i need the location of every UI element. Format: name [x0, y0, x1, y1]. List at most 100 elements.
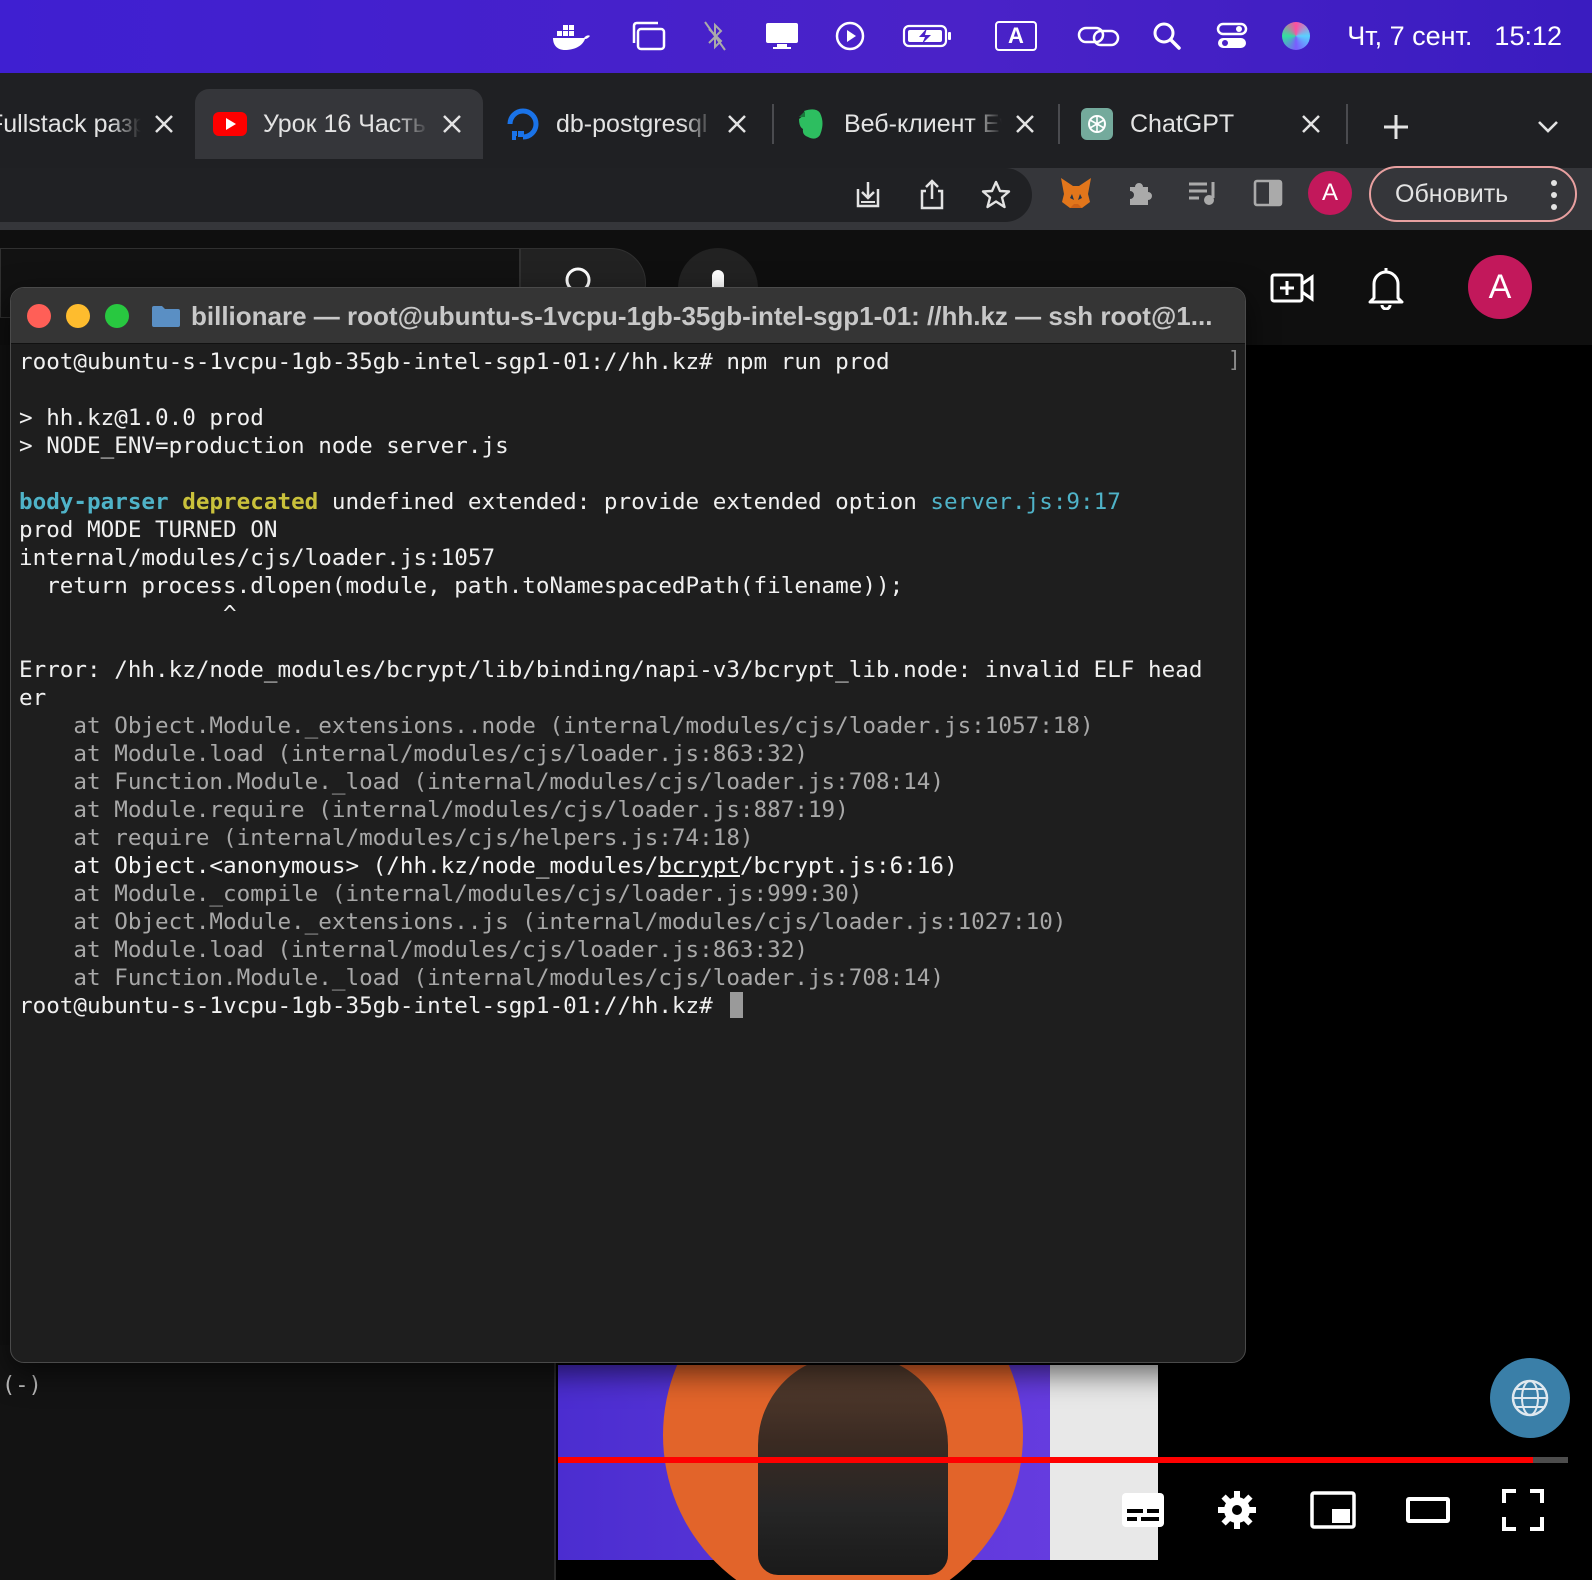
- terminal-text-segment: body-parser: [19, 489, 169, 515]
- theater-mode-icon[interactable]: [1403, 1485, 1453, 1535]
- terminal-text-segment: undefined extended: provide extended opt…: [318, 489, 931, 515]
- siri-icon[interactable]: [1280, 16, 1312, 56]
- tab-title: Fullstack разработчик: [0, 109, 141, 138]
- bookmark-star-icon[interactable]: [976, 175, 1016, 215]
- terminal-text: root@ubuntu-s-1vcpu-1gb-35gb-intel-sgp1-…: [19, 349, 890, 375]
- profile-avatar[interactable]: A: [1308, 171, 1352, 215]
- update-button[interactable]: Обновить: [1369, 166, 1577, 222]
- tab-title: Веб-клиент Evernote: [844, 109, 1002, 138]
- new-tab-plus-icon[interactable]: [1376, 107, 1416, 147]
- display-icon[interactable]: [762, 16, 802, 56]
- terminal-text: > hh.kz@1.0.0 prod: [19, 405, 264, 431]
- terminal-cursor: [730, 992, 744, 1018]
- terminal-output[interactable]: root@ubuntu-s-1vcpu-1gb-35gb-intel-sgp1-…: [19, 348, 1239, 1020]
- terminal-text-segment: server.js:9:17: [930, 489, 1121, 515]
- terminal-titlebar[interactable]: billionare — root@ubuntu-s-1vcpu-1gb-35g…: [11, 288, 1245, 344]
- close-window-button[interactable]: [27, 304, 51, 328]
- evernote-icon: [794, 107, 828, 141]
- close-icon[interactable]: [1298, 111, 1324, 137]
- create-video-icon[interactable]: [1268, 264, 1316, 312]
- settings-gear-icon[interactable]: [1212, 1485, 1262, 1535]
- search-icon[interactable]: [1150, 16, 1184, 56]
- bluetooth-off-icon[interactable]: [700, 16, 730, 56]
- youtube-video-player[interactable]: [558, 1365, 1568, 1580]
- notifications-bell-icon[interactable]: [1362, 262, 1410, 312]
- terminal-line: at Object.Module._extensions..node (inte…: [19, 712, 1239, 740]
- more-menu-icon[interactable]: [1551, 180, 1557, 210]
- tab-title: Урок 16 Часть: [263, 109, 426, 138]
- terminal-text: prod MODE TURNED ON: [19, 517, 278, 543]
- background-editor-pane: [0, 1345, 556, 1580]
- terminal-text: at Object.Module._extensions..node (inte…: [19, 713, 1094, 739]
- link-icon[interactable]: [1076, 16, 1122, 56]
- tab-chatgpt[interactable]: ChatGPT: [1062, 89, 1342, 159]
- media-controls-icon[interactable]: [1184, 173, 1224, 213]
- terminal-line: at Module.load (internal/modules/cjs/loa…: [19, 740, 1239, 768]
- chatgpt-icon: [1080, 107, 1114, 141]
- terminal-line: prod MODE TURNED ON: [19, 516, 1239, 544]
- folder-icon: [152, 306, 180, 327]
- terminal-line: return process.dlopen(module, path.toNam…: [19, 572, 1239, 600]
- close-icon[interactable]: [151, 111, 177, 137]
- tab-db-postgresql[interactable]: db-postgresql: [488, 89, 768, 159]
- tab-youtube-lesson[interactable]: Урок 16 Часть: [195, 89, 483, 159]
- terminal-line: ^: [19, 600, 1239, 628]
- control-center-icon[interactable]: [1214, 16, 1250, 56]
- tab-evernote[interactable]: Веб-клиент Evernote: [776, 89, 1056, 159]
- share-icon[interactable]: [912, 175, 952, 215]
- terminal-title-text: billionare — root@ubuntu-s-1vcpu-1gb-35g…: [191, 300, 1213, 331]
- close-icon[interactable]: [724, 111, 750, 137]
- extensions-puzzle-icon[interactable]: [1120, 173, 1160, 213]
- terminal-text: at Module.load (internal/modules/cjs/loa…: [19, 741, 808, 767]
- terminal-line: internal/modules/cjs/loader.js:1057: [19, 544, 1239, 572]
- menubar-date: Чт, 7 сент.: [1347, 20, 1473, 51]
- play-circle-icon[interactable]: [832, 16, 868, 56]
- close-icon[interactable]: [439, 111, 465, 137]
- address-bar[interactable]: [0, 168, 1032, 222]
- terminal-text: at Module.require (internal/modules/cjs/…: [19, 797, 849, 823]
- terminal-text: > NODE_ENV=production node server.js: [19, 433, 509, 459]
- terminal-window[interactable]: billionare — root@ubuntu-s-1vcpu-1gb-35g…: [10, 287, 1246, 1363]
- terminal-line: Error: /hh.kz/node_modules/bcrypt/lib/bi…: [19, 656, 1239, 684]
- miniplayer-icon[interactable]: [1308, 1485, 1358, 1535]
- terminal-title: billionare — root@ubuntu-s-1vcpu-1gb-35g…: [151, 288, 1212, 344]
- terminal-line: > hh.kz@1.0.0 prod: [19, 404, 1239, 432]
- update-button-label: Обновить: [1395, 179, 1509, 208]
- terminal-text-segment: at Object.<anonymous> (/hh.kz/node_modul…: [19, 853, 659, 879]
- minimize-window-button[interactable]: [66, 304, 90, 328]
- terminal-text: at Function.Module._load (internal/modul…: [19, 965, 944, 991]
- terminal-line: > NODE_ENV=production node server.js: [19, 432, 1239, 460]
- browser-tab-strip: Fullstack разработчик Урок 16 Часть db-p…: [0, 73, 1592, 168]
- menubar-clock[interactable]: Чт, 7 сент. 15:12: [1347, 16, 1562, 56]
- translate-globe-icon[interactable]: [1490, 1358, 1570, 1438]
- youtube-account-avatar[interactable]: A: [1468, 255, 1532, 319]
- tab-search-chevron-down-icon[interactable]: [1530, 109, 1566, 145]
- docker-icon[interactable]: [548, 16, 594, 56]
- subtitles-icon[interactable]: [1118, 1485, 1168, 1535]
- side-panel-icon[interactable]: [1248, 173, 1288, 213]
- terminal-text: er: [19, 685, 47, 711]
- metamask-fox-icon[interactable]: [1056, 173, 1096, 213]
- background-editor-text: (-): [2, 1373, 42, 1398]
- tab-fullstack[interactable]: Fullstack разработчик: [0, 89, 195, 159]
- install-app-icon[interactable]: [848, 175, 888, 215]
- video-progress-fill: [558, 1457, 1533, 1463]
- tab-title: ChatGPT: [1130, 109, 1235, 138]
- tab-separator: [1058, 104, 1060, 144]
- window-icon[interactable]: [628, 16, 668, 56]
- terminal-line: at require (internal/modules/cjs/helpers…: [19, 824, 1239, 852]
- terminal-text: internal/modules/cjs/loader.js:1057: [19, 545, 496, 571]
- zoom-window-button[interactable]: [105, 304, 129, 328]
- terminal-text: return process.dlopen(module, path.toNam…: [19, 573, 904, 599]
- youtube-icon: [213, 107, 247, 141]
- video-progress-bar[interactable]: [558, 1457, 1568, 1463]
- battery-charging-icon[interactable]: [900, 16, 956, 56]
- input-source-icon[interactable]: A: [993, 16, 1039, 56]
- close-icon[interactable]: [1012, 111, 1038, 137]
- tab-separator: [1346, 104, 1348, 144]
- fullscreen-icon[interactable]: [1498, 1485, 1548, 1535]
- terminal-line: body-parser deprecated undefined extende…: [19, 488, 1239, 516]
- terminal-text: Error: /hh.kz/node_modules/bcrypt/lib/bi…: [19, 657, 1203, 683]
